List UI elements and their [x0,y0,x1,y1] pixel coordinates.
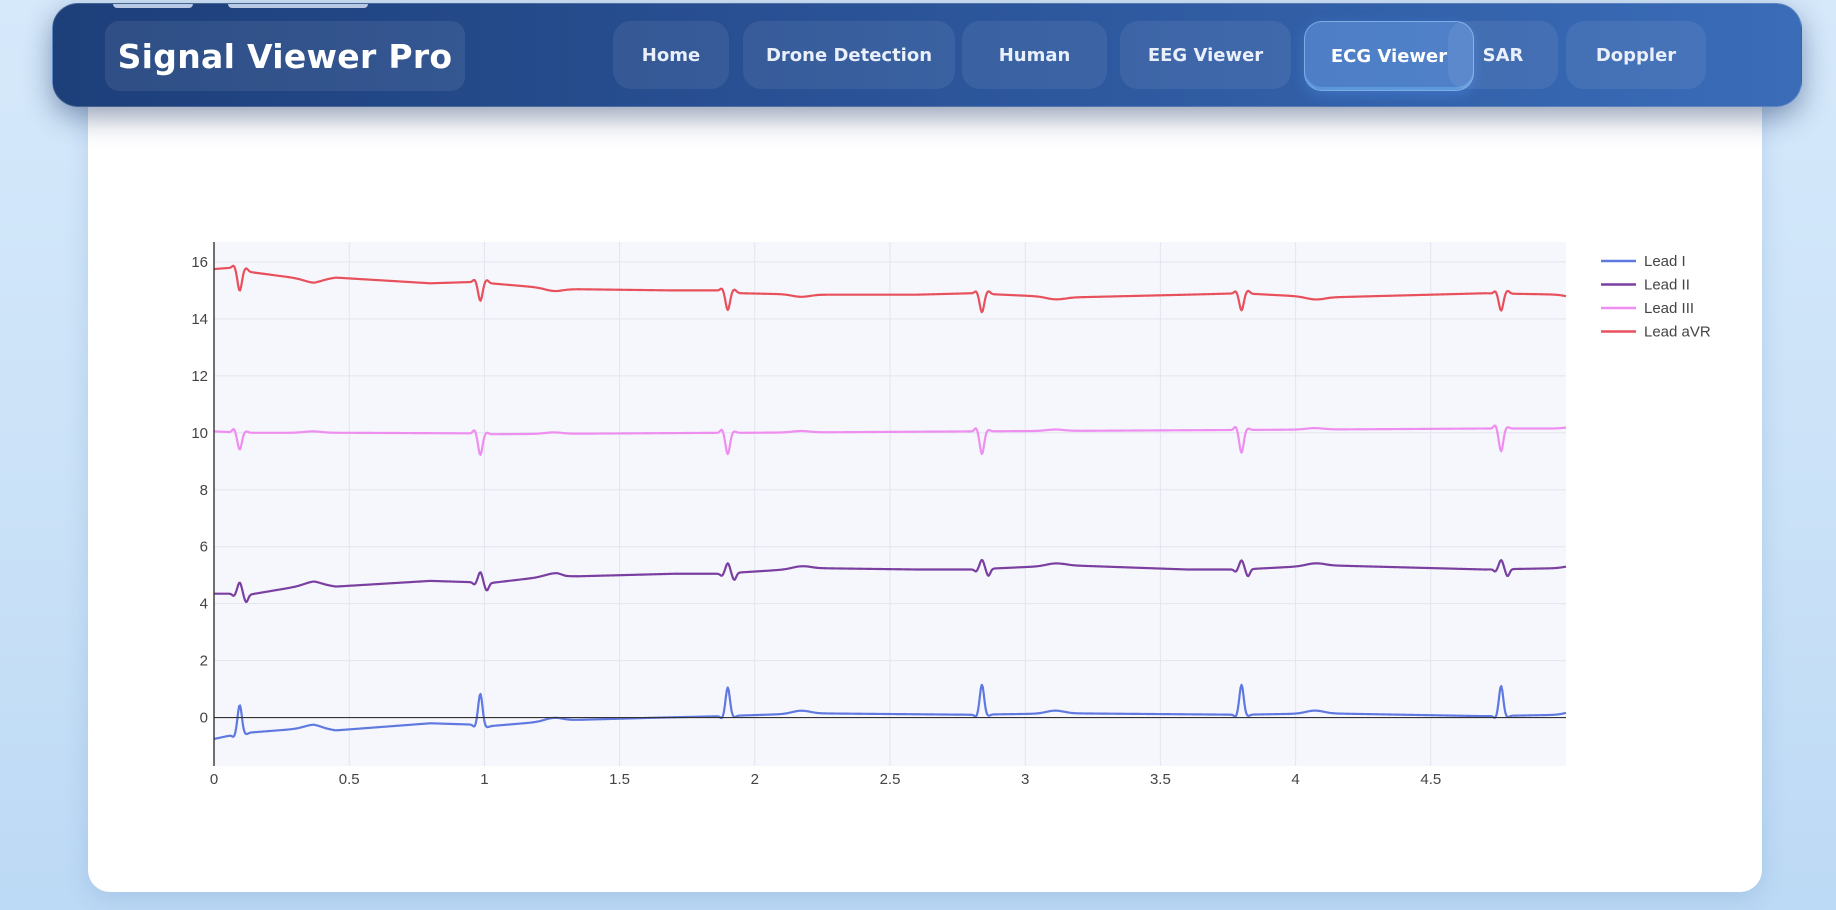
x-tick-label: 0.5 [339,771,360,788]
legend-label-lead-iii[interactable]: Lead III [1644,300,1694,317]
app-title: Signal Viewer Pro [117,36,453,76]
legend-label-lead-i[interactable]: Lead I [1644,253,1686,270]
nav-item-doppler[interactable]: Doppler [1566,21,1706,89]
nav-item-eeg-viewer[interactable]: EEG Viewer [1120,21,1291,89]
content-card: 0 0.5 1 1.5 2 2.5 3 3.5 4 4.5 0 2 4 6 8 10 12 14 16 Lead I… [88,72,1762,892]
y-tick-label: 14 [191,311,208,328]
x-tick-label: 1 [480,771,488,788]
x-tick-label: 0 [210,771,218,788]
y-tick-label: 2 [200,653,208,670]
nav-item-sar[interactable]: SAR [1448,21,1558,89]
x-tick-label: 1.5 [609,771,630,788]
y-tick-label: 4 [200,596,208,613]
nav-item-human[interactable]: Human [962,21,1107,89]
x-tick-label: 4 [1291,771,1299,788]
y-tick-label: 6 [200,539,208,556]
y-tick-label: 12 [191,368,208,385]
x-tick-label: 2.5 [880,771,901,788]
y-tick-label: 0 [200,710,208,727]
y-tick-label: 16 [191,254,208,271]
y-tick-label: 8 [200,482,208,499]
legend-label-lead-ii[interactable]: Lead II [1644,277,1690,294]
x-tick-label: 3 [1021,771,1029,788]
ecg-chart: 0 0.5 1 1.5 2 2.5 3 3.5 4 4.5 0 2 4 6 8 10 12 14 16 Lead I… [191,242,1711,788]
x-tick-label: 2 [751,771,759,788]
top-navbar: Signal Viewer Pro Home Drone Detection Hum… [52,3,1802,107]
nav-item-home[interactable]: Home [613,21,729,89]
brand-logo[interactable]: Signal Viewer Pro [105,21,465,91]
nav-item-drone-detection[interactable]: Drone Detection [743,21,955,89]
x-tick-label: 4.5 [1420,771,1441,788]
legend-label-lead-avr[interactable]: Lead aVR [1644,324,1711,341]
hidden-control [113,4,193,8]
x-tick-label: 3.5 [1150,771,1171,788]
hidden-control [228,4,368,8]
y-tick-label: 10 [191,425,208,442]
